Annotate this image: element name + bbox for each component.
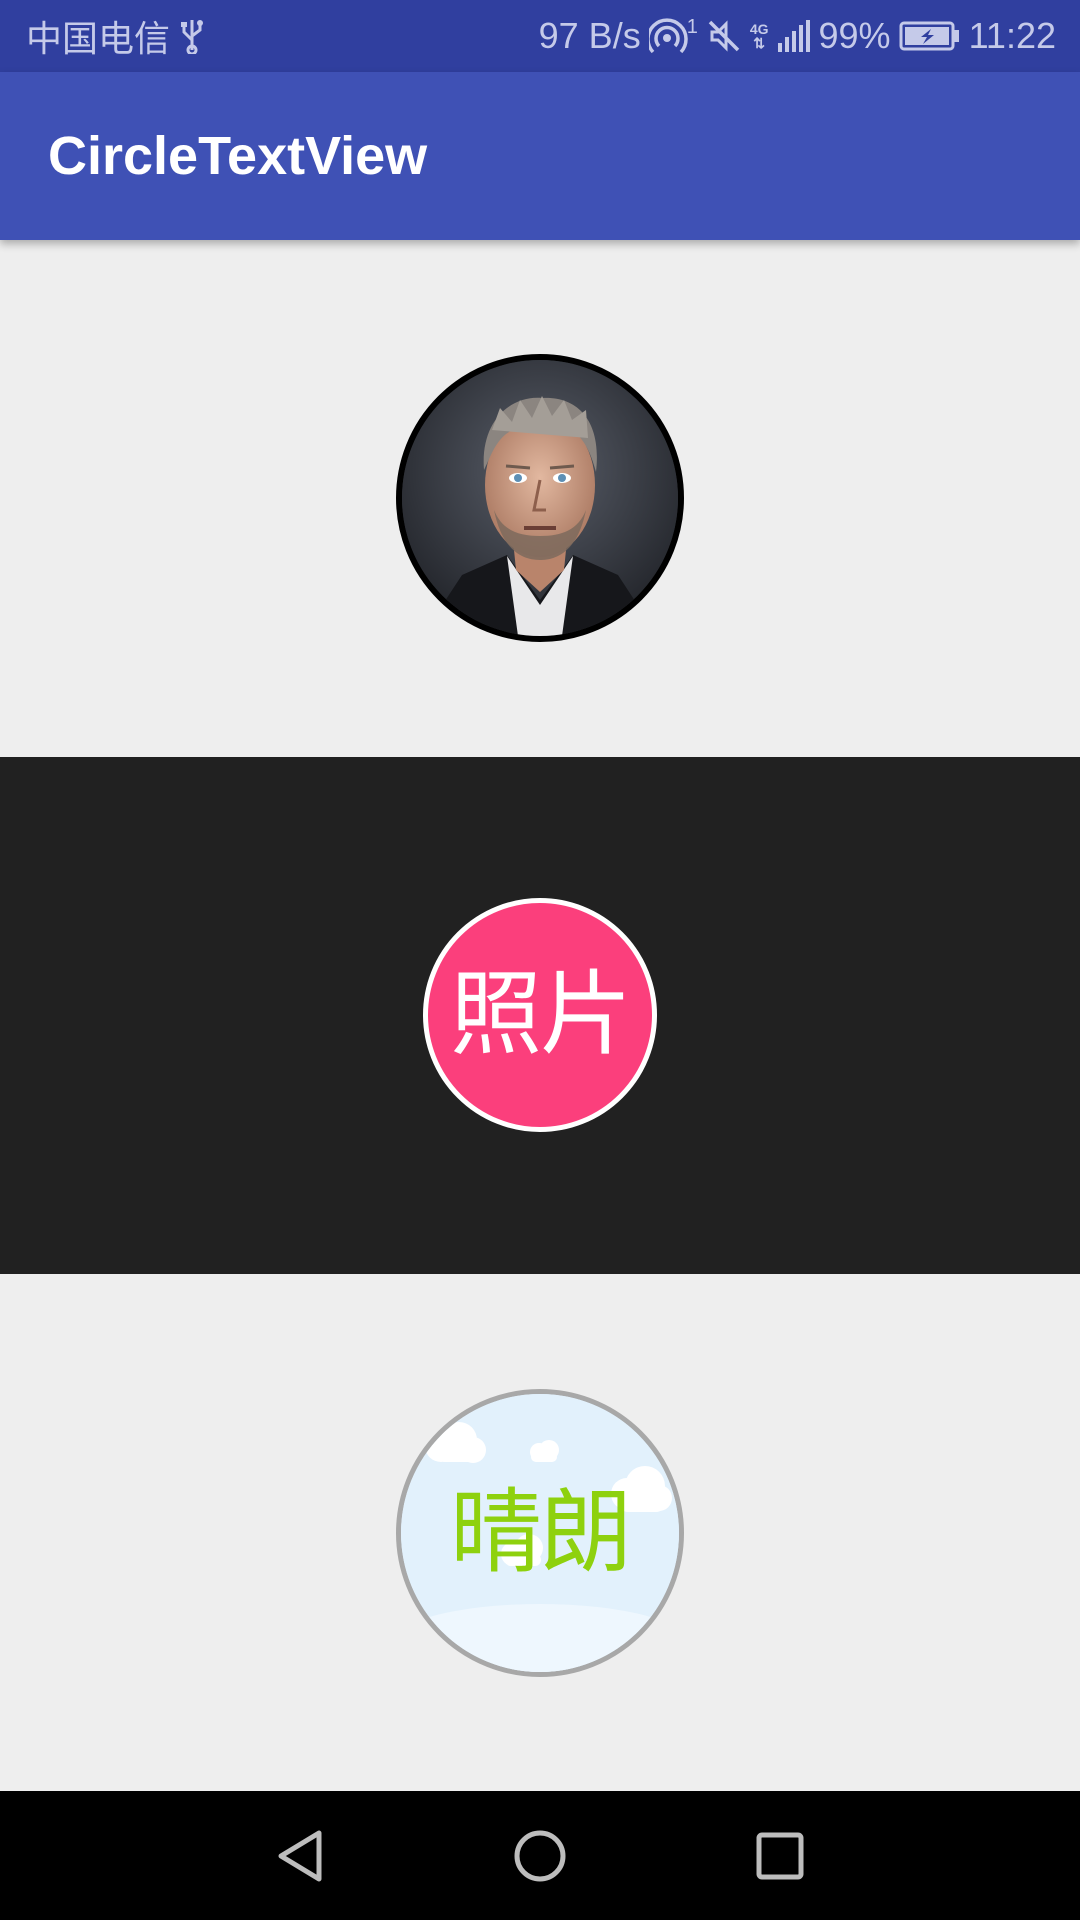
network-type-label: 4G ⇅ <box>750 22 769 50</box>
back-icon <box>278 1830 322 1881</box>
battery-charging-icon <box>899 21 961 51</box>
circle-avatar[interactable] <box>396 354 684 642</box>
network-type: 4G <box>749 21 769 37</box>
signal-icon <box>777 19 811 53</box>
back-button[interactable] <box>230 1791 370 1920</box>
home-button[interactable] <box>470 1791 610 1920</box>
avatar-section <box>0 240 1080 757</box>
photo-text-label: 照片 <box>449 961 632 1068</box>
usb-icon <box>180 18 204 54</box>
photo-text-section: 照片 <box>0 757 1080 1274</box>
clock: 11:22 <box>968 15 1056 56</box>
app-title: CircleTextView <box>48 126 428 186</box>
weather-text-section: 晴朗 <box>0 1274 1080 1791</box>
status-bar-right: 97 B/s 1 4G ⇅ 99% 11:22 <box>539 0 1056 72</box>
recents-icon <box>756 1832 804 1879</box>
home-icon <box>514 1830 566 1881</box>
portrait-avatar-icon <box>402 360 678 636</box>
mute-icon <box>706 18 742 54</box>
app-bar: CircleTextView <box>0 72 1080 240</box>
photo-text-circle[interactable]: 照片 <box>423 898 657 1132</box>
carrier-name: 中国电信 <box>26 19 171 60</box>
hotspot-count: 1 <box>686 15 698 38</box>
network-speed: 97 B/s <box>538 15 641 56</box>
weather-text-label: 晴朗 <box>449 1479 632 1586</box>
navigation-bar <box>0 1791 1080 1920</box>
battery-percent: 99% <box>818 15 891 56</box>
status-bar-left: 中国电信 <box>26 0 204 72</box>
status-bar: 中国电信 97 B/s 1 4G ⇅ 99% 11:22 <box>0 0 1080 72</box>
recents-button[interactable] <box>710 1791 850 1920</box>
weather-text-circle[interactable]: 晴朗 <box>396 1389 684 1677</box>
data-arrows-icon: ⇅ <box>753 35 766 51</box>
